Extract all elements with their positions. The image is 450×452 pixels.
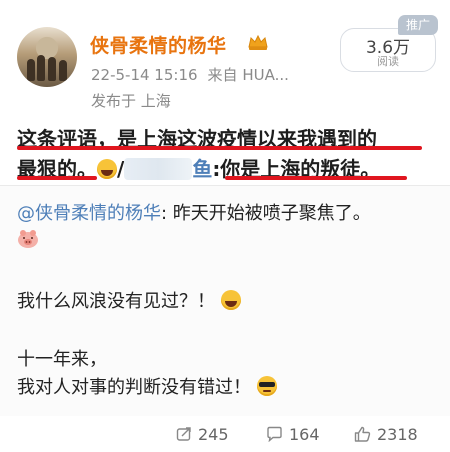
share-button[interactable]: 245	[176, 416, 229, 452]
like-button[interactable]: 2318	[354, 416, 418, 452]
mention-fragment[interactable]: 鱼	[192, 157, 212, 181]
laugh-emoji-icon	[97, 159, 117, 179]
laugh-emoji-icon	[221, 290, 241, 310]
avatar[interactable]	[17, 27, 77, 87]
ad-badge: 推广	[398, 15, 438, 35]
post-timestamp: 22-5-14 15:16	[91, 66, 198, 84]
red-underline	[225, 176, 407, 180]
action-bar: 245 164 2318	[0, 416, 450, 452]
comment-count: 164	[289, 424, 320, 444]
weibo-post-card: 侠骨柔情的杨华 22-5-14 15:16 来自 HUA... 发布于 上海 3.…	[0, 0, 450, 452]
share-count: 245	[198, 424, 229, 444]
post-meta: 22-5-14 15:16 来自 HUA...	[91, 64, 289, 85]
comment-icon	[267, 426, 282, 442]
red-underline	[17, 146, 422, 150]
username[interactable]: 侠骨柔情的杨华	[90, 31, 227, 58]
red-underline	[17, 176, 97, 180]
post-source: HUA...	[242, 66, 289, 84]
paragraph: 我什么风浪没有见过？！	[17, 287, 241, 313]
reply-text: : 昨天开始被喷子聚焦了。	[161, 203, 371, 224]
post-location: 发布于 上海	[91, 92, 171, 110]
pig-face-emoji-icon	[18, 230, 38, 248]
post-text-segment: /	[117, 157, 125, 181]
post-source-prefix: 来自	[207, 66, 238, 84]
vip-crown-icon	[248, 34, 268, 50]
like-icon	[354, 426, 371, 442]
like-count: 2318	[377, 424, 418, 444]
paragraph: 我对人对事的判断没有错过！	[17, 373, 277, 399]
paragraph-text: 我对人对事的判断没有错过！	[17, 377, 251, 398]
paragraph-text: 我什么风浪没有见过？！	[17, 291, 215, 312]
reads-label: 阅读	[377, 55, 399, 68]
comment-button[interactable]: 164	[266, 416, 320, 452]
reply-mention[interactable]: @侠骨柔情的杨华	[17, 203, 161, 224]
reply-line: @侠骨柔情的杨华: 昨天开始被喷子聚焦了。	[17, 199, 371, 225]
share-icon	[176, 427, 191, 441]
cool-emoji-icon	[257, 376, 277, 396]
blurred-username	[124, 158, 193, 180]
paragraph: 十一年来，	[17, 349, 107, 370]
